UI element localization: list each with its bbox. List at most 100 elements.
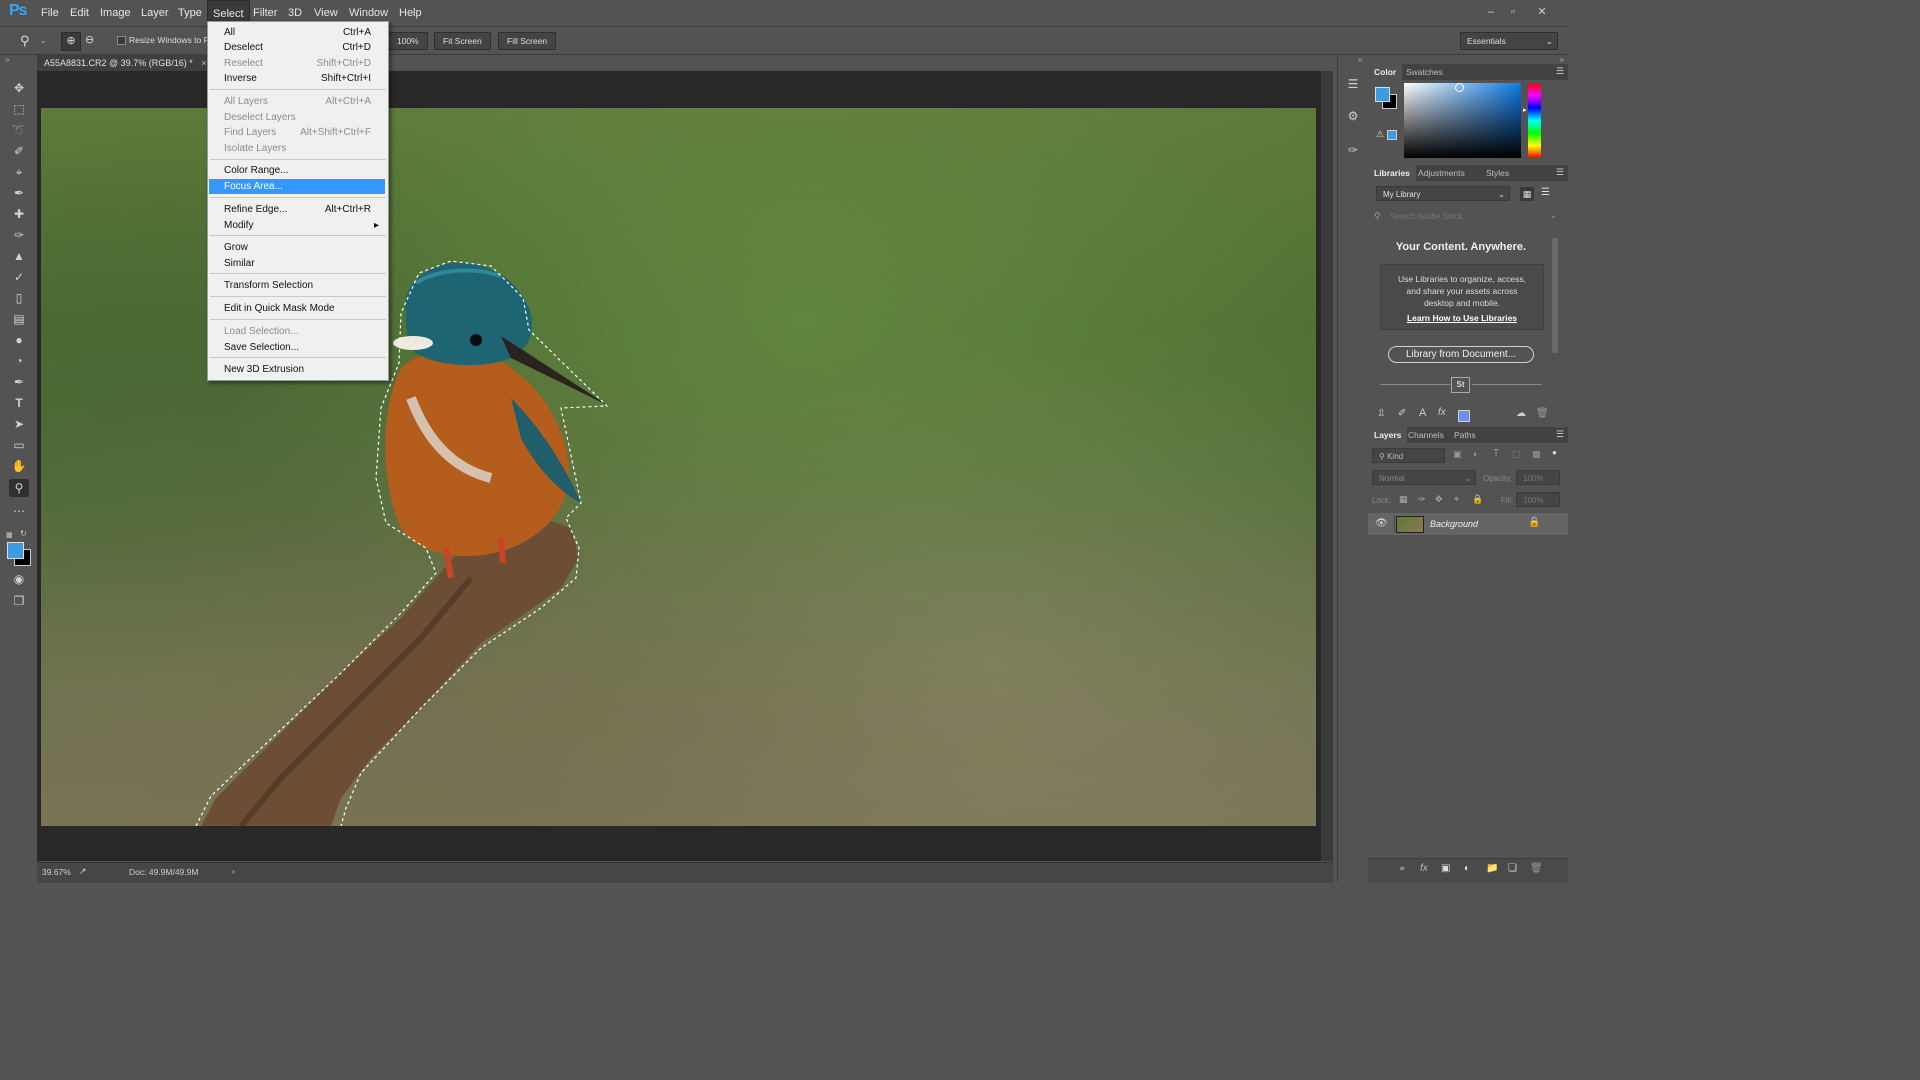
filter-smart-object-icon[interactable]: ▩ bbox=[1532, 449, 1541, 460]
new-layer-icon[interactable]: ❏ bbox=[1508, 863, 1517, 874]
library-select[interactable]: My Library ⌄ bbox=[1376, 186, 1510, 201]
brush-presets-panel-icon[interactable]: ✑ bbox=[1344, 141, 1362, 159]
eyedropper-tool-icon[interactable]: ✒ bbox=[9, 184, 29, 202]
menu-item-deselect[interactable]: Deselect Ctrl+D bbox=[209, 40, 385, 55]
panel-menu-icon[interactable]: ☰ bbox=[1556, 429, 1564, 440]
properties-panel-icon[interactable]: ⚙ bbox=[1344, 107, 1362, 125]
zoom-100-button[interactable]: 100% bbox=[388, 32, 428, 50]
menu-layer[interactable]: Layer bbox=[136, 0, 174, 26]
path-selection-tool-icon[interactable]: ➤ bbox=[9, 415, 29, 433]
dodge-tool-icon[interactable]: ◔ bbox=[9, 352, 29, 370]
new-group-icon[interactable]: 📁 bbox=[1486, 863, 1498, 874]
foreground-color-chip[interactable] bbox=[1375, 87, 1390, 102]
library-from-document-button[interactable]: Library from Document... bbox=[1388, 346, 1534, 363]
filter-toggle-icon[interactable]: ● bbox=[1552, 448, 1557, 457]
resize-windows-checkbox[interactable] bbox=[117, 36, 126, 45]
fill-field[interactable]: 100% bbox=[1516, 492, 1560, 507]
trash-icon[interactable]: 🗑 bbox=[1536, 408, 1549, 419]
hue-slider-arrow-icon[interactable]: ▸ bbox=[1523, 106, 1527, 114]
add-character-style-icon[interactable]: A bbox=[1419, 407, 1426, 419]
add-color-icon[interactable] bbox=[1458, 410, 1470, 422]
restore-button[interactable]: ▫ bbox=[1503, 4, 1523, 20]
status-menu-arrow[interactable]: › bbox=[232, 866, 235, 876]
lock-artboard-icon[interactable]: ⌖ bbox=[1454, 494, 1459, 505]
zoom-out-icon[interactable]: ⊖ bbox=[85, 33, 94, 46]
fit-screen-button[interactable]: Fit Screen bbox=[434, 32, 491, 50]
clone-stamp-tool-icon[interactable]: ▲ bbox=[9, 247, 29, 265]
add-layer-style-icon[interactable]: fx bbox=[1438, 407, 1446, 418]
layer-filter-kind[interactable]: ⚲ Kind bbox=[1372, 448, 1445, 463]
stock-search-placeholder[interactable]: Search Adobe Stock bbox=[1390, 212, 1463, 221]
panel-menu-icon[interactable]: ☰ bbox=[1556, 66, 1564, 77]
menu-item-all[interactable]: All Ctrl+A bbox=[209, 25, 385, 40]
export-icon[interactable]: ↗ bbox=[79, 866, 87, 877]
new-adjustment-layer-icon[interactable]: ◐ bbox=[1464, 863, 1470, 874]
tab-libraries[interactable]: Libraries bbox=[1368, 165, 1416, 181]
rectangle-tool-icon[interactable]: ▭ bbox=[9, 436, 29, 454]
menu-item-load-selection[interactable]: Load Selection... bbox=[209, 324, 385, 339]
cloud-sync-icon[interactable]: ☁ bbox=[1516, 408, 1526, 419]
close-window-button[interactable]: ✕ bbox=[1532, 4, 1552, 20]
zoom-tool-preset-icon[interactable]: ⚲ bbox=[20, 33, 30, 49]
tab-adjustments[interactable]: Adjustments bbox=[1412, 165, 1471, 181]
libraries-scrollbar[interactable] bbox=[1552, 238, 1558, 353]
crop-tool-icon[interactable]: ⌖ bbox=[9, 163, 29, 181]
gradient-tool-icon[interactable]: ▤ bbox=[9, 310, 29, 328]
add-mask-icon[interactable]: ▣ bbox=[1441, 863, 1450, 874]
menu-help[interactable]: Help bbox=[394, 0, 427, 26]
screen-mode-icon[interactable]: ❐ bbox=[9, 592, 29, 610]
hue-slider[interactable] bbox=[1528, 83, 1541, 158]
default-colors-icon[interactable]: ▩ bbox=[6, 531, 13, 539]
menu-item-inverse[interactable]: Inverse Shift+Ctrl+I bbox=[209, 71, 385, 86]
expand-panels-icon[interactable]: « bbox=[1358, 55, 1362, 64]
move-tool-icon[interactable]: ✥ bbox=[9, 79, 29, 97]
list-view-icon[interactable]: ☰ bbox=[1541, 187, 1550, 198]
lock-transparent-icon[interactable]: ▦ bbox=[1399, 494, 1408, 505]
fill-screen-button[interactable]: Fill Screen bbox=[498, 32, 557, 50]
web-safe-color-chip[interactable] bbox=[1387, 130, 1397, 140]
tab-channels[interactable]: Channels bbox=[1402, 427, 1450, 443]
color-picker-cursor[interactable] bbox=[1455, 83, 1464, 92]
marquee-tool-icon[interactable]: ⬚ bbox=[9, 100, 29, 118]
adobe-stock-badge[interactable]: St bbox=[1451, 377, 1470, 393]
menu-item-isolate-layers[interactable]: Isolate Layers bbox=[209, 141, 385, 156]
menu-item-refine-edge[interactable]: Refine Edge... Alt+Ctrl+R bbox=[209, 202, 385, 217]
lock-all-icon[interactable]: 🔒 bbox=[1472, 494, 1483, 505]
pen-tool-icon[interactable]: ✒ bbox=[9, 373, 29, 391]
collapse-toolbar-icon[interactable]: » bbox=[5, 55, 9, 64]
collapse-dock-icon[interactable]: » bbox=[1560, 55, 1564, 64]
menu-file[interactable]: File bbox=[36, 0, 64, 26]
close-tab-icon[interactable]: × bbox=[201, 58, 206, 68]
vertical-scrollbar[interactable] bbox=[1321, 71, 1333, 861]
layer-row-background[interactable]: 👁 Background 🔒 bbox=[1368, 513, 1568, 535]
menu-item-similar[interactable]: Similar bbox=[209, 256, 385, 271]
menu-item-reselect[interactable]: Reselect Shift+Ctrl+D bbox=[209, 56, 385, 71]
quick-mask-icon[interactable]: ◉ bbox=[9, 570, 29, 588]
type-tool-icon[interactable]: T bbox=[9, 394, 29, 412]
grid-view-icon[interactable]: ▦ bbox=[1520, 187, 1534, 201]
history-brush-tool-icon[interactable]: ✓ bbox=[9, 268, 29, 286]
filter-type-icon[interactable]: T bbox=[1493, 448, 1499, 459]
learn-libraries-link[interactable]: Learn How to Use Libraries bbox=[1381, 313, 1543, 323]
lock-pixels-icon[interactable]: ✑ bbox=[1418, 494, 1426, 505]
foreground-color-swatch[interactable] bbox=[7, 542, 24, 559]
lasso-tool-icon[interactable]: ➰ bbox=[9, 121, 29, 139]
brush-tool-icon[interactable]: ✑ bbox=[9, 226, 29, 244]
tab-color[interactable]: Color bbox=[1368, 64, 1403, 80]
tab-styles[interactable]: Styles bbox=[1480, 165, 1515, 181]
healing-brush-tool-icon[interactable]: ✚ bbox=[9, 205, 29, 223]
menu-type[interactable]: Type bbox=[173, 0, 207, 26]
workspace-switcher[interactable]: Essentials ⌄ bbox=[1460, 32, 1558, 50]
zoom-tool-icon[interactable]: ⚲ bbox=[9, 479, 29, 497]
swap-colors-icon[interactable]: ↻ bbox=[20, 529, 27, 538]
add-graphic-icon[interactable]: ✐ bbox=[1398, 408, 1406, 419]
menu-item-quick-mask[interactable]: Edit in Quick Mask Mode bbox=[209, 301, 385, 316]
color-field[interactable] bbox=[1404, 83, 1521, 158]
quick-selection-tool-icon[interactable]: ✐ bbox=[9, 142, 29, 160]
menu-item-find-layers[interactable]: Find Layers Alt+Shift+Ctrl+F bbox=[209, 125, 385, 140]
blend-mode-select[interactable]: Normal ⌄ bbox=[1372, 470, 1476, 485]
lock-position-icon[interactable]: ✥ bbox=[1435, 494, 1443, 505]
eraser-tool-icon[interactable]: ▯ bbox=[9, 289, 29, 307]
menu-item-deselect-layers[interactable]: Deselect Layers bbox=[209, 110, 385, 125]
zoom-in-icon[interactable]: ⊕ bbox=[61, 32, 81, 51]
